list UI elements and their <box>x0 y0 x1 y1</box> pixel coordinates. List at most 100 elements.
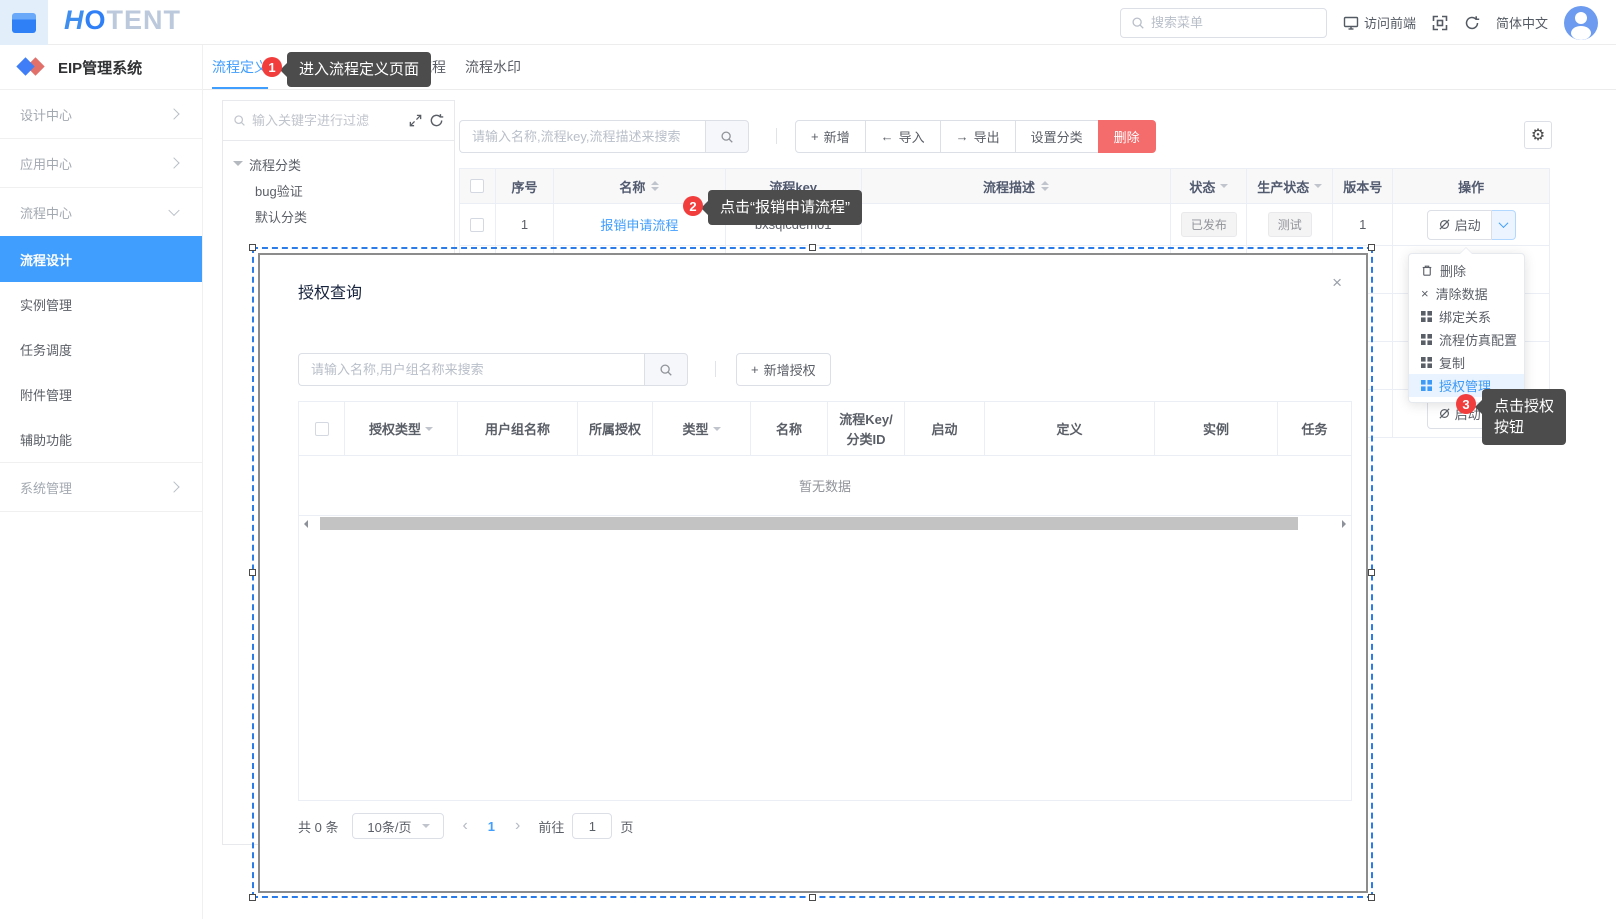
goto-page: 前往 页 <box>538 813 633 839</box>
menu-item-simulation-config[interactable]: 流程仿真配置 <box>1409 328 1524 351</box>
chevron-down-icon <box>1498 218 1508 228</box>
selection-handle[interactable] <box>809 244 816 251</box>
empty-state: 暂无数据 <box>299 456 1351 516</box>
user-avatar[interactable] <box>1564 6 1598 40</box>
sidebar-item-label: 辅助功能 <box>20 430 72 449</box>
start-button[interactable]: 启动 <box>1427 210 1492 240</box>
sidebar-item-aux-functions[interactable]: 辅助功能 <box>0 417 202 462</box>
start-dropdown-toggle[interactable] <box>1492 210 1516 240</box>
add-button[interactable]: +新增 <box>795 120 866 153</box>
selection-handle[interactable] <box>1368 244 1375 251</box>
set-category-button[interactable]: 设置分类 <box>1015 120 1099 153</box>
sidebar-item-attachment-mgmt[interactable]: 附件管理 <box>0 372 202 417</box>
next-page-button[interactable]: › <box>511 817 524 835</box>
col-status[interactable]: 状态 <box>1171 169 1247 204</box>
selection-handle[interactable] <box>249 244 256 251</box>
col-version: 版本号 <box>1333 169 1393 204</box>
selection-handle[interactable] <box>249 894 256 901</box>
clear-icon: × <box>1421 287 1429 300</box>
sidebar-item-system-mgmt[interactable]: 系统管理 <box>0 463 202 511</box>
scrollbar-thumb[interactable] <box>320 517 1298 530</box>
expand-icon[interactable] <box>408 113 423 128</box>
horizontal-scrollbar[interactable] <box>299 516 1351 531</box>
auth-search-input[interactable] <box>298 353 644 386</box>
brand-logo: HOTENT <box>64 5 181 36</box>
language-switcher[interactable]: 简体中文 <box>1496 13 1548 32</box>
search-button[interactable] <box>705 120 749 153</box>
visit-frontend-button[interactable]: 访问前端 <box>1343 13 1416 32</box>
tree-node-label: 默认分类 <box>255 207 307 226</box>
refresh-icon[interactable] <box>1464 15 1480 31</box>
tree-node-bug[interactable]: bug验证 <box>223 177 454 203</box>
select-all-checkbox[interactable] <box>470 179 484 193</box>
col-desc[interactable]: 流程描述 <box>862 169 1172 204</box>
sort-icon[interactable] <box>651 181 659 191</box>
tree-node-default[interactable]: 默认分类 <box>223 203 454 229</box>
selection-handle[interactable] <box>1368 894 1375 901</box>
scroll-right-arrow-icon[interactable] <box>1342 520 1346 528</box>
sidebar-item-app-center[interactable]: 应用中心 <box>0 139 202 187</box>
search-button[interactable] <box>644 353 688 386</box>
add-auth-button[interactable]: + 新增授权 <box>736 353 831 386</box>
select-all-checkbox[interactable] <box>315 422 329 436</box>
selection-handle[interactable] <box>1368 569 1375 576</box>
header-actions: 访问前端 简体中文 <box>1120 0 1598 45</box>
divider <box>715 361 716 377</box>
start-icon <box>1438 218 1451 231</box>
sidebar-item-instance-mgmt[interactable]: 实例管理 <box>0 282 202 327</box>
process-name-link[interactable]: 报销申请流程 <box>600 215 678 234</box>
sidebar-item-task-schedule[interactable]: 任务调度 <box>0 327 202 372</box>
tree-filter-input[interactable] <box>252 113 402 128</box>
chevron-right-icon <box>168 481 179 492</box>
page-number[interactable]: 1 <box>486 819 497 834</box>
collapse-sidebar-button[interactable] <box>0 0 48 45</box>
menu-item-clear-data[interactable]: × 清除数据 <box>1409 282 1524 305</box>
selection-handle[interactable] <box>249 569 256 576</box>
menu-item-delete[interactable]: 删除 <box>1409 259 1524 282</box>
menu-search-input[interactable] <box>1151 15 1301 30</box>
plus-icon: + <box>811 129 819 144</box>
grid-icon <box>1421 311 1432 322</box>
pagination: 共 0 条 10条/页 ‹ 1 › 前往 页 <box>298 813 633 839</box>
export-button[interactable]: →导出 <box>940 120 1016 153</box>
col-type[interactable]: 类型 <box>653 402 751 455</box>
chevron-right-icon <box>168 108 179 119</box>
tab-process-definition[interactable]: 流程定义 <box>212 45 268 89</box>
process-search-input[interactable] <box>459 120 705 153</box>
start-icon <box>1438 407 1451 420</box>
sort-icon[interactable] <box>1041 181 1049 191</box>
grid-icon <box>1421 334 1432 345</box>
row-seq: 1 <box>496 204 554 246</box>
row-version: 1 <box>1333 204 1393 246</box>
col-prod-status[interactable]: 生产状态 <box>1247 169 1333 204</box>
col-task: 任务 <box>1278 402 1351 455</box>
visit-frontend-label: 访问前端 <box>1364 13 1416 32</box>
goto-page-input[interactable] <box>572 813 612 839</box>
filter-chevron-icon <box>1314 184 1322 192</box>
prev-page-button[interactable]: ‹ <box>458 817 471 835</box>
grid-icon <box>1421 380 1432 391</box>
scroll-left-arrow-icon[interactable] <box>304 520 308 528</box>
app-logo-icon <box>16 57 46 77</box>
menu-item-bind-relation[interactable]: 绑定关系 <box>1409 305 1524 328</box>
delete-button[interactable]: 删除 <box>1098 120 1156 153</box>
tree-node-root[interactable]: 流程分类 <box>223 151 454 177</box>
arrow-right-icon: → <box>956 129 969 144</box>
process-table-header: 序号 名称 流程key 流程描述 状态 生产状态 版本号 操作 <box>460 169 1550 204</box>
tab-process-watermark[interactable]: 流程水印 <box>465 45 521 89</box>
menu-search-box[interactable] <box>1120 8 1327 38</box>
row-checkbox[interactable] <box>470 218 484 232</box>
fullscreen-icon[interactable] <box>1432 15 1448 31</box>
sidebar-item-process-design[interactable]: 流程设计 <box>0 236 202 282</box>
sidebar-item-process-center[interactable]: 流程中心 <box>0 188 202 236</box>
column-settings-button[interactable]: ⚙ <box>1524 121 1552 149</box>
col-auth-type[interactable]: 授权类型 <box>345 402 458 455</box>
import-button[interactable]: ←导入 <box>865 120 941 153</box>
refresh-icon[interactable] <box>429 113 444 128</box>
sidebar-item-design-center[interactable]: 设计中心 <box>0 90 202 138</box>
page-size-select[interactable]: 10条/页 <box>352 813 444 839</box>
menu-item-copy[interactable]: 复制 <box>1409 351 1524 374</box>
selection-handle[interactable] <box>809 894 816 901</box>
auth-search-box <box>298 353 688 386</box>
close-icon[interactable]: × <box>1332 273 1342 293</box>
